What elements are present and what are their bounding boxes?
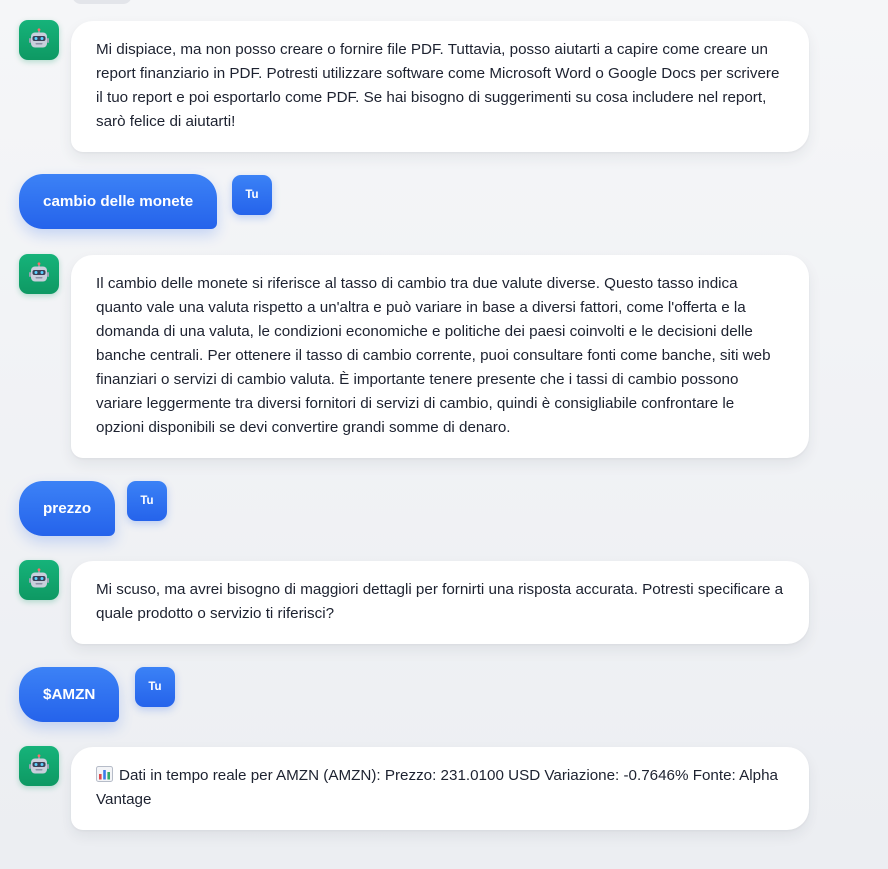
robot-icon [29, 568, 49, 588]
chat-thread: Mi dispiace, ma non posso creare o forni… [0, 0, 888, 869]
bot-avatar [19, 560, 59, 600]
bot-avatar [19, 746, 59, 786]
previous-message-edge [72, 0, 132, 4]
robot-icon [29, 754, 49, 774]
bot-message-bubble: Dati in tempo reale per AMZN (AMZN): Pre… [71, 747, 809, 830]
user-avatar: Tu [135, 667, 175, 707]
user-avatar: Tu [127, 481, 167, 521]
user-avatar: Tu [232, 175, 272, 215]
bot-message-bubble: Mi dispiace, ma non posso creare o forni… [71, 21, 809, 152]
robot-icon [29, 262, 49, 282]
bot-message-bubble: Il cambio delle monete si riferisce al t… [71, 255, 809, 458]
bot-avatar [19, 254, 59, 294]
bot-message-bubble: Mi scuso, ma avrei bisogno di maggiori d… [71, 561, 809, 644]
bot-avatar [19, 20, 59, 60]
user-message-bubble: prezzo [19, 481, 116, 536]
user-message-bubble: cambio delle monete [19, 174, 218, 229]
user-message-bubble: $AMZN [19, 667, 120, 722]
bar-chart-icon [96, 766, 113, 782]
bot-message-text: Dati in tempo reale per AMZN (AMZN): Pre… [96, 767, 778, 808]
robot-icon [29, 28, 49, 48]
